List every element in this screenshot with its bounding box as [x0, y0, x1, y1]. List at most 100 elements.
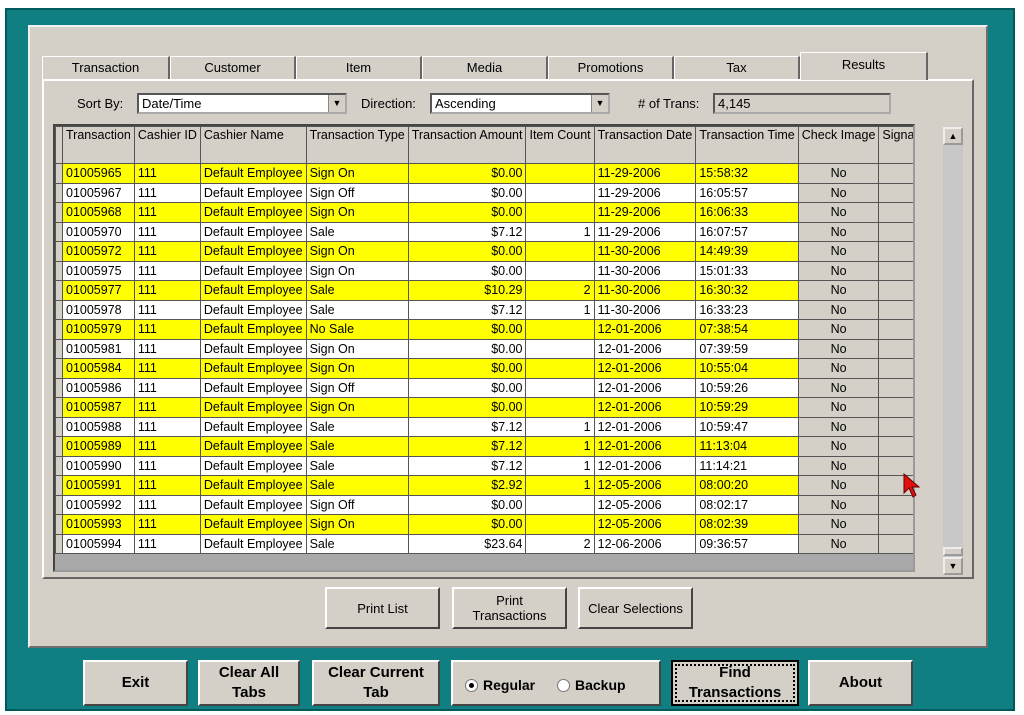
table-row[interactable]: 01005984 111 Default Employee Sign On $0.00 1…	[55, 358, 913, 379]
row-selector[interactable]	[55, 358, 63, 379]
tab-item[interactable]: Item	[296, 56, 422, 79]
cell-cashier-name: Default Employee	[199, 475, 307, 496]
table-row[interactable]: 01005992 111 Default Employee Sign Off $0.00…	[55, 494, 913, 515]
table-row[interactable]: 01005993 111 Default Employee Sign On $0.00 1…	[55, 514, 913, 535]
row-selector[interactable]	[55, 280, 63, 301]
table-row[interactable]: 01005977 111 Default Employee Sale $10.29 2 11…	[55, 280, 913, 301]
row-selector[interactable]	[55, 533, 63, 554]
cell-amount: $0.00	[407, 182, 527, 203]
cell-transaction: 01005979	[62, 319, 135, 340]
row-selector[interactable]	[55, 299, 63, 320]
tab-transaction[interactable]: Transaction	[42, 56, 170, 79]
sort-by-select[interactable]: Date/Time ▼	[137, 93, 347, 114]
tab-tax[interactable]: Tax	[674, 56, 800, 79]
cell-transaction-type: Sign On	[305, 514, 409, 535]
about-button[interactable]: About	[808, 660, 913, 706]
cell-check-image: No	[797, 299, 880, 320]
cell-transaction-type: Sale	[305, 221, 409, 242]
table-row[interactable]: 01005981 111 Default Employee Sign On $0.00 1…	[55, 338, 913, 359]
table-row[interactable]: 01005994 111 Default Employee Sale $23.64 2 12…	[55, 533, 913, 554]
row-selector[interactable]	[55, 514, 63, 535]
table-row[interactable]: 01005986 111 Default Employee Sign Off $0.00…	[55, 377, 913, 398]
cell-cashier-id: 111	[133, 494, 201, 515]
direction-select[interactable]: Ascending ▼	[430, 93, 610, 114]
clear-current-tab-button[interactable]: Clear Current Tab	[312, 660, 440, 706]
chevron-down-icon[interactable]: ▼	[328, 95, 345, 112]
row-selector[interactable]	[55, 338, 63, 359]
row-selector[interactable]	[55, 221, 63, 242]
table-row[interactable]: 01005975 111 Default Employee Sign On $0.00 1…	[55, 260, 913, 281]
cell-cashier-name: Default Employee	[199, 182, 307, 203]
clear-selections-button[interactable]: Clear Selections	[578, 587, 693, 629]
col-header-signature-capture[interactable]: Signature Capture	[878, 126, 913, 164]
tab-media[interactable]: Media	[422, 56, 548, 79]
row-selector[interactable]	[55, 397, 63, 418]
col-header-transaction-type[interactable]: Transaction Type	[305, 126, 409, 164]
cell-transaction: 01005990	[62, 455, 135, 476]
table-row[interactable]: 01005990 111 Default Employee Sale $7.12 1 12-…	[55, 455, 913, 476]
cell-check-image: No	[797, 280, 880, 301]
table-row[interactable]: 01005978 111 Default Employee Sale $7.12 1 11-…	[55, 299, 913, 320]
table-row[interactable]: 01005967 111 Default Employee Sign Off $0.00…	[55, 182, 913, 203]
tab-customer[interactable]: Customer	[170, 56, 296, 79]
cell-transaction-type: Sale	[305, 533, 409, 554]
row-selector[interactable]	[55, 494, 63, 515]
radio-regular-dot[interactable]	[465, 678, 478, 692]
find-transactions-button[interactable]: Find Transactions	[671, 660, 799, 706]
table-row[interactable]: 01005970 111 Default Employee Sale $7.12 1 11-…	[55, 221, 913, 242]
cell-transaction-type: Sale	[305, 475, 409, 496]
cell-transaction: 01005965	[62, 163, 135, 184]
row-selector[interactable]	[55, 260, 63, 281]
find-label-2: Transactions	[688, 684, 782, 701]
radio-backup-dot[interactable]	[557, 678, 570, 692]
row-selector[interactable]	[55, 436, 63, 457]
clear-all-tabs-button[interactable]: Clear All Tabs	[198, 660, 300, 706]
tab-results[interactable]: Results	[800, 52, 928, 80]
chevron-down-icon[interactable]: ▼	[591, 95, 608, 112]
table-row[interactable]: 01005968 111 Default Employee Sign On $0.00 1…	[55, 202, 913, 223]
cell-cashier-id: 111	[133, 202, 201, 223]
print-transactions-button[interactable]: Print Transactions	[452, 587, 567, 629]
col-header-transaction-date[interactable]: Transaction Date	[593, 126, 697, 164]
row-selector[interactable]	[55, 475, 63, 496]
row-selector[interactable]	[55, 163, 63, 184]
table-row[interactable]: 01005972 111 Default Employee Sign On $0.00 1…	[55, 241, 913, 262]
col-header-transaction[interactable]: Transaction	[62, 126, 135, 164]
exit-button[interactable]: Exit	[83, 660, 188, 706]
col-header-cashier-id[interactable]: Cashier ID	[133, 126, 201, 164]
col-header-transaction-time[interactable]: Transaction Time	[695, 126, 799, 164]
results-grid[interactable]: Transaction Cashier ID Cashier Name Tran…	[53, 124, 915, 572]
col-header-item-count[interactable]: Item Count	[525, 126, 595, 164]
cell-item-count: 1	[525, 475, 595, 496]
row-selector[interactable]	[55, 455, 63, 476]
row-selector[interactable]	[55, 319, 63, 340]
radio-backup[interactable]: Backup	[557, 677, 626, 693]
tab-promotions[interactable]: Promotions	[548, 56, 674, 79]
cell-signature-capture: No	[878, 358, 913, 379]
print-list-button[interactable]: Print List	[325, 587, 440, 629]
col-header-transaction-amount[interactable]: Transaction Amount	[407, 126, 527, 164]
scroll-down-icon[interactable]: ▼	[943, 557, 963, 575]
scroll-up-icon[interactable]: ▲	[943, 127, 963, 145]
row-selector[interactable]	[55, 377, 63, 398]
cell-signature-capture: Yes	[878, 533, 913, 554]
num-trans-value: 4,145	[718, 96, 751, 111]
col-header-check-image[interactable]: Check Image	[797, 126, 880, 164]
cell-signature-capture: No	[878, 377, 913, 398]
table-row[interactable]: 01005991 111 Default Employee Sale $2.92 1 12-…	[55, 475, 913, 496]
row-selector[interactable]	[55, 416, 63, 437]
cell-date: 12-01-2006	[593, 377, 697, 398]
row-selector[interactable]	[55, 182, 63, 203]
row-selector[interactable]	[55, 241, 63, 262]
scroll-thumb[interactable]	[943, 547, 963, 556]
table-row[interactable]: 01005987 111 Default Employee Sign On $0.00 1…	[55, 397, 913, 418]
col-header-cashier-name[interactable]: Cashier Name	[199, 126, 307, 164]
row-selector[interactable]	[55, 202, 63, 223]
cell-amount: $7.12	[407, 221, 527, 242]
radio-regular[interactable]: Regular	[465, 677, 535, 693]
table-row[interactable]: 01005979 111 Default Employee No Sale $0.00 1…	[55, 319, 913, 340]
table-row[interactable]: 01005988 111 Default Employee Sale $7.12 1 12-…	[55, 416, 913, 437]
table-row[interactable]: 01005965 111 Default Employee Sign On $0.00 1…	[55, 163, 913, 184]
vertical-scrollbar[interactable]: ▲ ▼	[943, 127, 963, 575]
table-row[interactable]: 01005989 111 Default Employee Sale $7.12 1 12-…	[55, 436, 913, 457]
